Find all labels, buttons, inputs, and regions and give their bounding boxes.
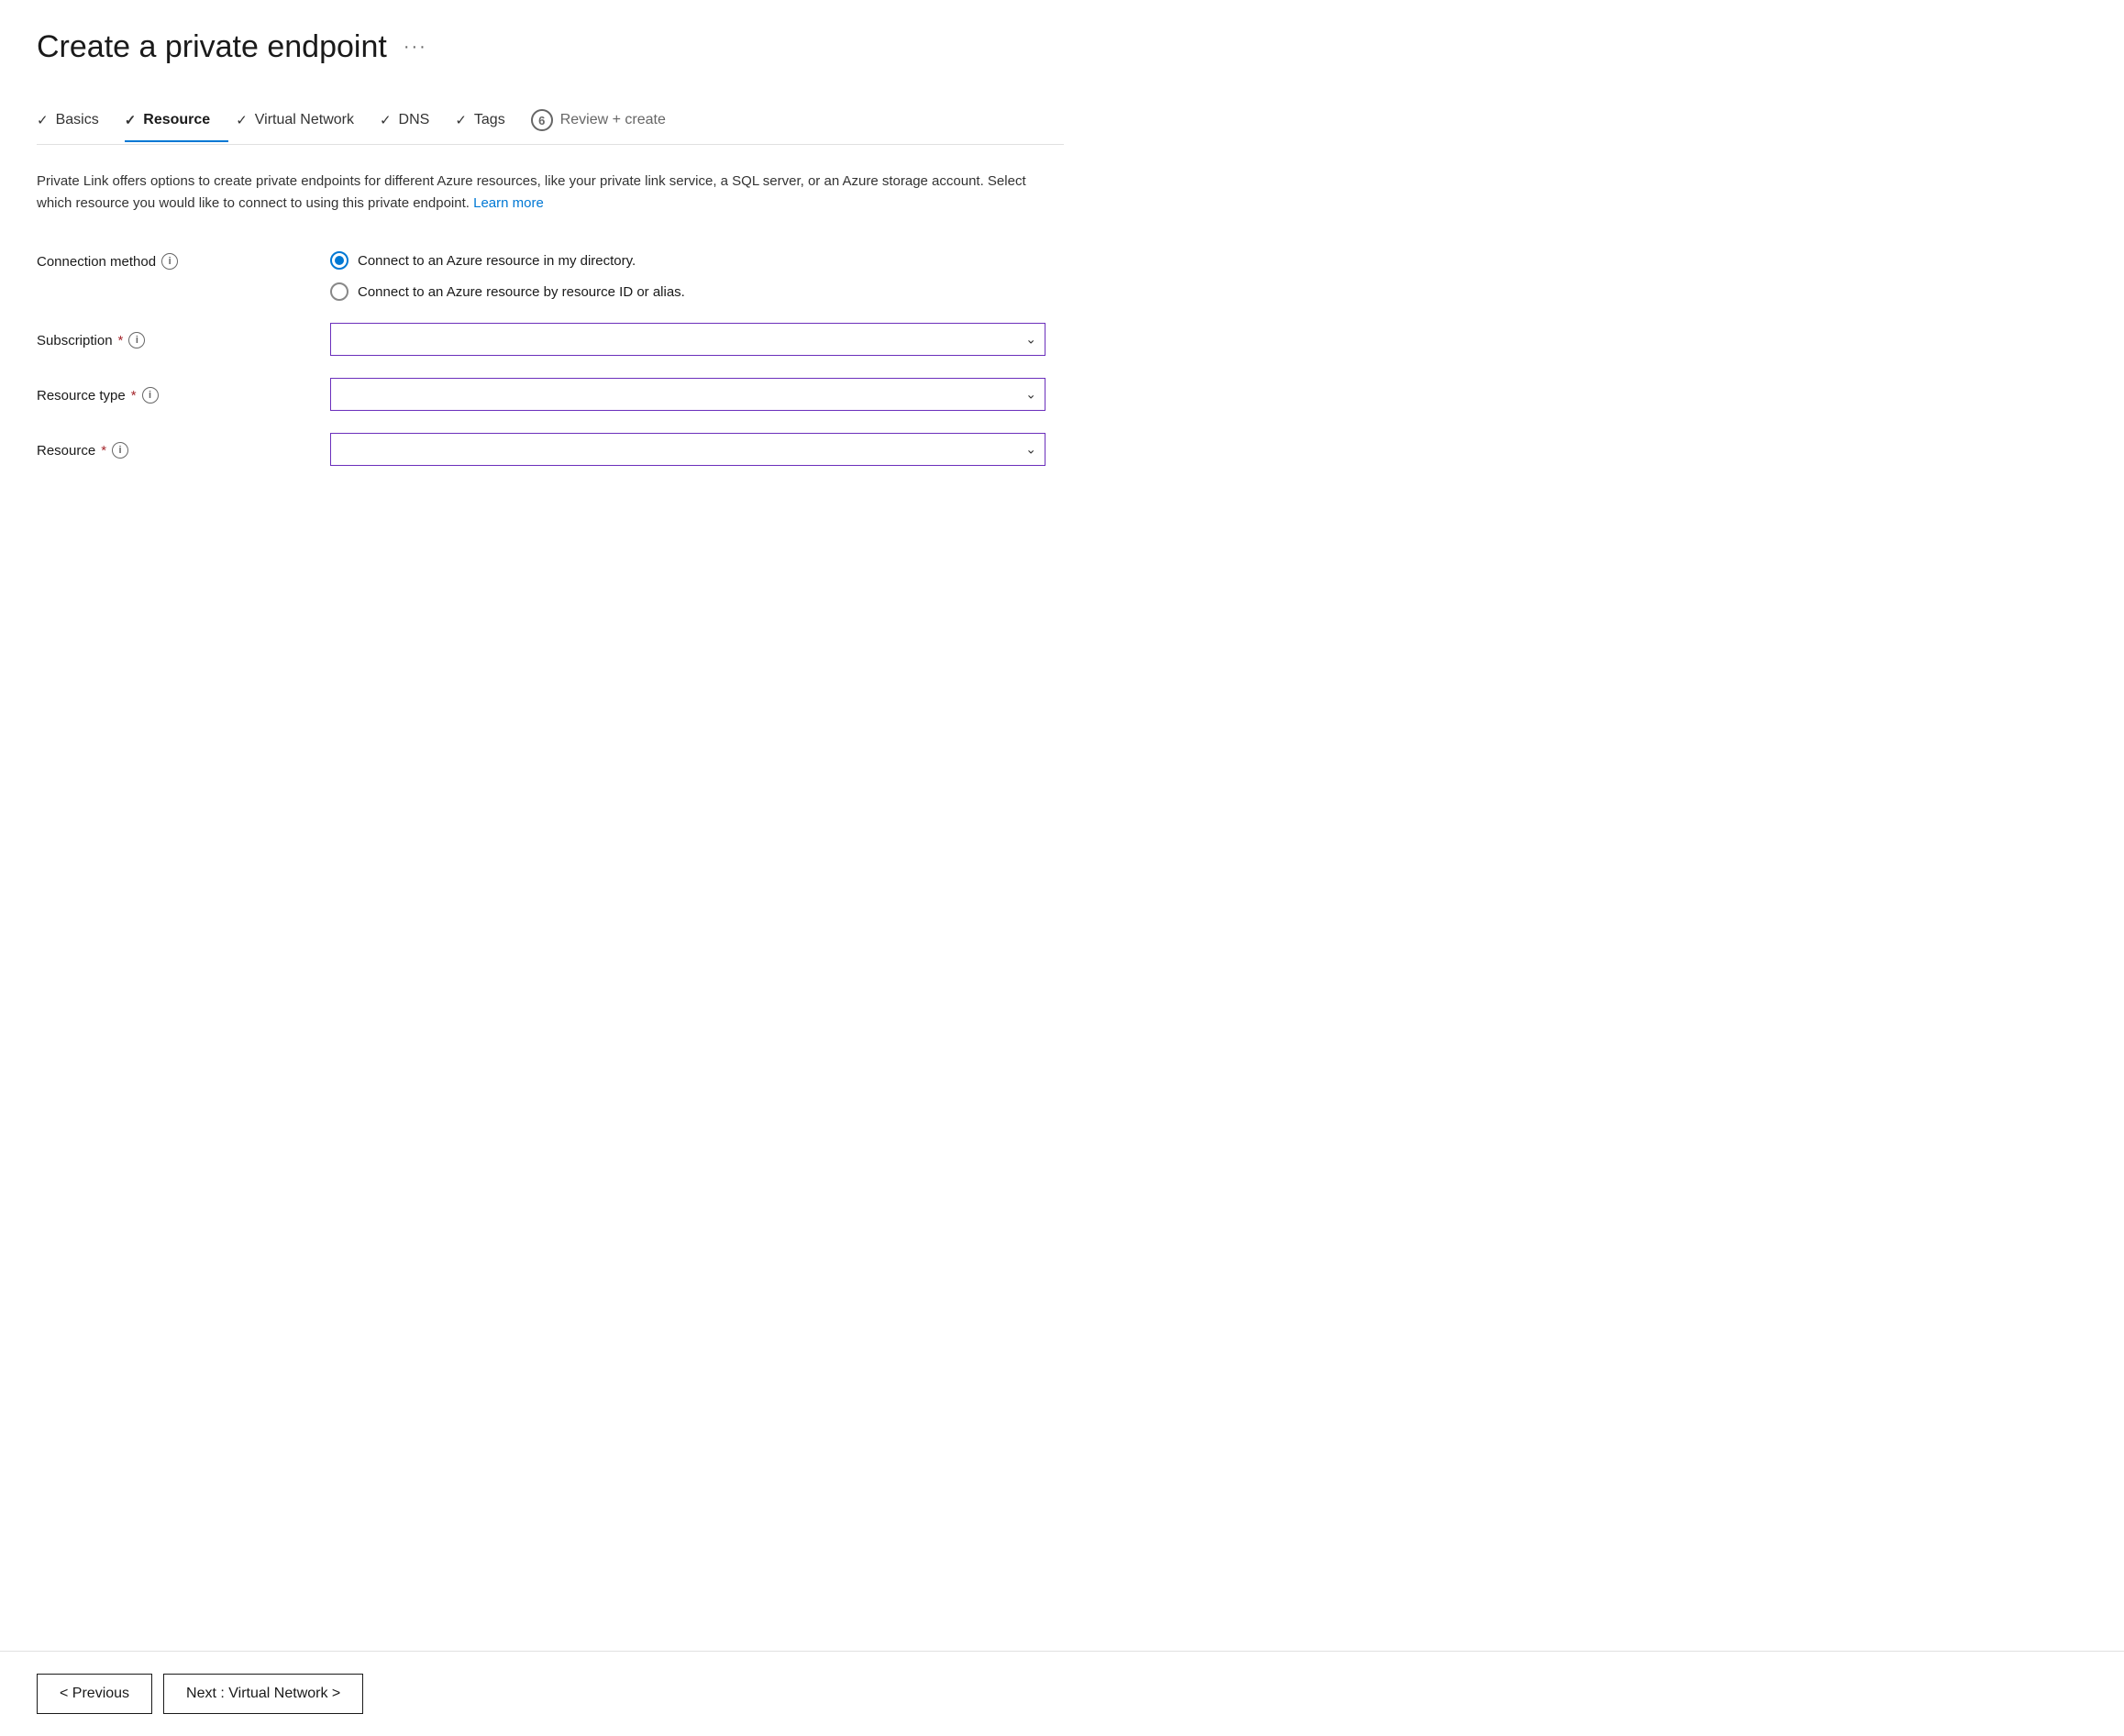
subscription-label: Subscription * i xyxy=(37,332,293,348)
connection-method-row: Connection method i Connect to an Azure … xyxy=(37,244,1045,301)
subscription-select[interactable] xyxy=(330,323,1045,356)
resource-type-info-icon[interactable]: i xyxy=(142,387,159,404)
resource-type-label: Resource type * i xyxy=(37,387,293,404)
resource-label: Resource * i xyxy=(37,442,293,459)
tab-review-create[interactable]: 6 Review + create xyxy=(531,98,684,144)
radio-resource-id-label: Connect to an Azure resource by resource… xyxy=(358,284,685,300)
learn-more-link[interactable]: Learn more xyxy=(473,195,544,211)
virtual-network-check-icon: ✓ xyxy=(236,112,248,128)
resource-form: Connection method i Connect to an Azure … xyxy=(37,244,1045,466)
tab-resource-label: Resource xyxy=(143,112,210,128)
tab-resource[interactable]: ✓ Resource xyxy=(125,101,229,141)
resource-type-required: * xyxy=(131,388,137,404)
tags-check-icon: ✓ xyxy=(455,112,467,128)
tab-tags-label: Tags xyxy=(474,112,505,128)
review-create-badge: 6 xyxy=(531,109,553,131)
radio-resource-id[interactable]: Connect to an Azure resource by resource… xyxy=(330,282,1045,301)
radio-resource-id-input[interactable] xyxy=(330,282,348,301)
resource-required: * xyxy=(101,443,106,459)
radio-directory-label: Connect to an Azure resource in my direc… xyxy=(358,253,636,269)
subscription-required: * xyxy=(118,333,124,348)
radio-directory[interactable]: Connect to an Azure resource in my direc… xyxy=(330,251,1045,270)
tab-dns[interactable]: ✓ DNS xyxy=(380,101,448,141)
connection-method-radio-group: Connect to an Azure resource in my direc… xyxy=(330,244,1045,301)
ellipsis-button[interactable]: ··· xyxy=(398,33,433,61)
footer: < Previous Next : Virtual Network > xyxy=(0,1651,2124,1736)
resource-info-icon[interactable]: i xyxy=(112,442,128,459)
tab-basics-label: Basics xyxy=(56,112,99,128)
description-text: Private Link offers options to create pr… xyxy=(37,171,1045,215)
resource-select[interactable] xyxy=(330,433,1045,466)
tab-virtual-network-label: Virtual Network xyxy=(255,112,354,128)
tab-dns-label: DNS xyxy=(399,112,430,128)
tab-basics[interactable]: ✓ Basics xyxy=(37,101,117,141)
subscription-row: Subscription * i ⌄ xyxy=(37,323,1045,356)
tab-review-create-label: Review + create xyxy=(560,112,666,128)
dns-check-icon: ✓ xyxy=(380,112,392,128)
subscription-info-icon[interactable]: i xyxy=(128,332,145,348)
connection-method-info-icon[interactable]: i xyxy=(161,253,178,270)
tab-virtual-network[interactable]: ✓ Virtual Network xyxy=(236,101,372,141)
connection-method-label: Connection method i xyxy=(37,253,293,270)
previous-button[interactable]: < Previous xyxy=(37,1674,152,1714)
page-title: Create a private endpoint xyxy=(37,29,387,65)
resource-type-row: Resource type * i ⌄ xyxy=(37,378,1045,411)
subscription-select-wrapper: ⌄ xyxy=(330,323,1045,356)
basics-check-icon: ✓ xyxy=(37,112,49,128)
resource-type-select[interactable] xyxy=(330,378,1045,411)
wizard-steps: ✓ Basics ✓ Resource ✓ Virtual Network ✓ … xyxy=(37,98,1064,145)
resource-select-wrapper: ⌄ xyxy=(330,433,1045,466)
next-button[interactable]: Next : Virtual Network > xyxy=(163,1674,363,1714)
radio-directory-input[interactable] xyxy=(330,251,348,270)
tab-tags[interactable]: ✓ Tags xyxy=(455,101,523,141)
resource-type-select-wrapper: ⌄ xyxy=(330,378,1045,411)
resource-check-icon: ✓ xyxy=(125,112,137,128)
resource-row: Resource * i ⌄ xyxy=(37,433,1045,466)
